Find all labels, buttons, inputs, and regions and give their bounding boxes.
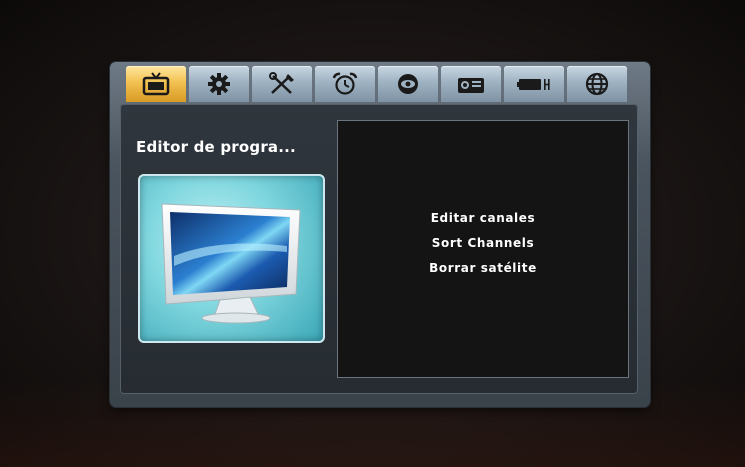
list-item-delete-satellite[interactable]: Borrar satélite [429, 259, 537, 277]
page-title: Editor de progra... [136, 138, 296, 156]
settings-menu: Editor de progra... Editar canales Sort … [110, 62, 650, 407]
tab-bar [126, 66, 630, 102]
projector-icon [456, 72, 486, 96]
gear-icon [207, 72, 231, 96]
tab-media[interactable] [441, 66, 501, 102]
tab-power[interactable] [504, 66, 564, 102]
list-item-sort-channels[interactable]: Sort Channels [432, 234, 534, 252]
alarm-clock-icon [332, 72, 358, 96]
list-item-edit-channels[interactable]: Editar canales [431, 209, 535, 227]
option-list: Editar canales Sort Channels Borrar saté… [337, 120, 629, 378]
tab-parental[interactable] [378, 66, 438, 102]
tv-screen-illustration [140, 203, 323, 345]
tab-timer[interactable] [315, 66, 375, 102]
tools-icon [268, 72, 296, 96]
tv-preview [138, 174, 325, 343]
tab-language[interactable] [567, 66, 627, 102]
battery-icon [517, 72, 551, 96]
tab-tv[interactable] [126, 66, 186, 102]
content-panel: Editor de progra... Editar canales Sort … [120, 104, 638, 394]
tab-tools[interactable] [252, 66, 312, 102]
globe-icon [584, 72, 610, 96]
eye-icon [395, 72, 421, 96]
tv-icon [141, 72, 171, 96]
tab-settings[interactable] [189, 66, 249, 102]
